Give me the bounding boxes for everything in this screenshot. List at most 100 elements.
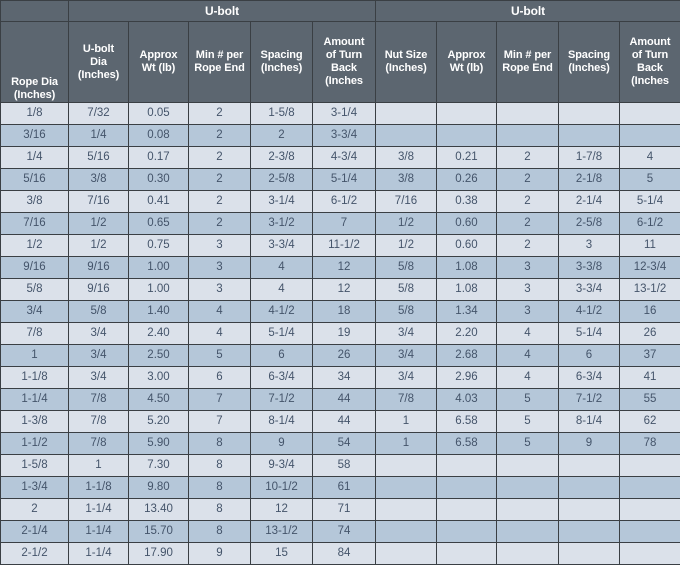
cell-nut_spacing: 1-7/8: [559, 147, 620, 169]
cell-ub_wt: 0.08: [129, 125, 189, 147]
cell-ub_spacing: 3-1/2: [251, 213, 313, 235]
cell-nut_spacing: [559, 521, 620, 543]
cell-ub_wt: 3.00: [129, 367, 189, 389]
column-header-line: Amount: [622, 36, 678, 49]
cell-rope_dia: 1-1/4: [1, 389, 69, 411]
cell-nut_wt: [437, 477, 497, 499]
cell-ub_spacing: 1-5/8: [251, 103, 313, 125]
table-row: 1-1/47/84.5077-1/2447/84.0357-1/255: [1, 389, 680, 411]
cell-ub_spacing: 2: [251, 125, 313, 147]
table-row: 3/45/81.4044-1/2185/81.3434-1/216: [1, 301, 680, 323]
cell-ub_wt: 5.20: [129, 411, 189, 433]
cell-ub_turn: 12: [313, 279, 376, 301]
cell-nut_min: 2: [497, 191, 559, 213]
cell-nut_spacing: 5-1/4: [559, 323, 620, 345]
cell-nut_wt: [437, 543, 497, 565]
column-header-line: Spacing: [253, 49, 310, 62]
column-header-line: Nut Size: [378, 49, 434, 62]
cell-ub_wt: 1.40: [129, 301, 189, 323]
cell-nut_wt: [437, 455, 497, 477]
cell-ub_min: 8: [189, 455, 251, 477]
cell-ub_min: 7: [189, 389, 251, 411]
cell-nut_wt: 0.38: [437, 191, 497, 213]
cell-nut_min: [497, 499, 559, 521]
cell-ub_turn: 34: [313, 367, 376, 389]
cell-nut_spacing: [559, 125, 620, 147]
cell-nut_min: [497, 521, 559, 543]
cell-ub_dia: 7/8: [69, 411, 129, 433]
column-header-line: Approx: [439, 49, 494, 62]
column-header-nut_size: Nut Size(Inches): [376, 22, 437, 103]
table-row: 1-5/817.3089-3/458: [1, 455, 680, 477]
cell-nut_size: 3/4: [376, 367, 437, 389]
cell-ub_wt: 4.50: [129, 389, 189, 411]
cell-ub_turn: 7: [313, 213, 376, 235]
cell-nut_wt: 0.60: [437, 213, 497, 235]
cell-rope_dia: 3/16: [1, 125, 69, 147]
table-row: 1/87/320.0521-5/83-1/4: [1, 103, 680, 125]
cell-nut_spacing: 2-1/4: [559, 191, 620, 213]
column-header-nut_wt: ApproxWt (lb): [437, 22, 497, 103]
column-header-ub_wt: ApproxWt (lb): [129, 22, 189, 103]
table-row: 1-1/83/43.0066-3/4343/42.9646-3/441: [1, 367, 680, 389]
cell-nut_size: 5/8: [376, 279, 437, 301]
cell-ub_wt: 17.90: [129, 543, 189, 565]
cell-ub_spacing: 4: [251, 257, 313, 279]
cell-ub_turn: 61: [313, 477, 376, 499]
cell-nut_size: 7/16: [376, 191, 437, 213]
cell-rope_dia: 1: [1, 345, 69, 367]
cell-ub_min: 2: [189, 213, 251, 235]
cell-nut_size: [376, 543, 437, 565]
cell-nut_spacing: 2-5/8: [559, 213, 620, 235]
cell-rope_dia: 9/16: [1, 257, 69, 279]
column-header-line: of Turn: [315, 49, 373, 62]
cell-nut_spacing: 9: [559, 433, 620, 455]
column-header-ub_min: Min # perRope End: [189, 22, 251, 103]
cell-ub_dia: 7/16: [69, 191, 129, 213]
column-header-line: U-bolt: [71, 43, 126, 56]
cell-nut_spacing: 2-1/8: [559, 169, 620, 191]
cell-nut_size: 1: [376, 433, 437, 455]
cell-nut_min: 2: [497, 235, 559, 257]
cell-ub_spacing: 13-1/2: [251, 521, 313, 543]
column-header-line: Approx: [131, 49, 186, 62]
cell-nut_size: 1/2: [376, 213, 437, 235]
cell-rope_dia: 2: [1, 499, 69, 521]
cell-ub_turn: 4-3/4: [313, 147, 376, 169]
cell-nut_turn: 41: [620, 367, 680, 389]
cell-ub_min: 4: [189, 301, 251, 323]
cell-ub_spacing: 4-1/2: [251, 301, 313, 323]
cell-nut_spacing: [559, 543, 620, 565]
header-corner-blank: [1, 1, 69, 22]
cell-ub_spacing: 3-3/4: [251, 235, 313, 257]
cell-ub_dia: 1/4: [69, 125, 129, 147]
cell-ub_wt: 0.30: [129, 169, 189, 191]
cell-nut_size: 5/8: [376, 257, 437, 279]
cell-ub_dia: 1-1/8: [69, 477, 129, 499]
cell-nut_wt: 0.60: [437, 235, 497, 257]
cell-ub_dia: 5/16: [69, 147, 129, 169]
cell-nut_turn: 4: [620, 147, 680, 169]
cell-nut_wt: 4.03: [437, 389, 497, 411]
cell-nut_size: [376, 103, 437, 125]
cell-rope_dia: 1/2: [1, 235, 69, 257]
cell-ub_min: 3: [189, 279, 251, 301]
cell-rope_dia: 5/16: [1, 169, 69, 191]
cell-nut_size: [376, 499, 437, 521]
table-row: 1-1/27/85.90895416.585978: [1, 433, 680, 455]
cell-rope_dia: 1-1/8: [1, 367, 69, 389]
cell-nut_turn: 13-1/2: [620, 279, 680, 301]
table-row: 1-3/41-1/89.80810-1/261: [1, 477, 680, 499]
cell-rope_dia: 7/16: [1, 213, 69, 235]
cell-rope_dia: 1/8: [1, 103, 69, 125]
cell-nut_turn: 26: [620, 323, 680, 345]
cell-ub_dia: 7/32: [69, 103, 129, 125]
column-header-line: Rope Dia: [3, 76, 66, 89]
cell-nut_turn: 5-1/4: [620, 191, 680, 213]
column-header-line: (Inches: [622, 75, 678, 88]
cell-nut_turn: 78: [620, 433, 680, 455]
cell-nut_min: [497, 125, 559, 147]
cell-ub_spacing: 3-1/4: [251, 191, 313, 213]
column-header-nut_spacing: Spacing(Inches): [559, 22, 620, 103]
cell-nut_spacing: [559, 477, 620, 499]
